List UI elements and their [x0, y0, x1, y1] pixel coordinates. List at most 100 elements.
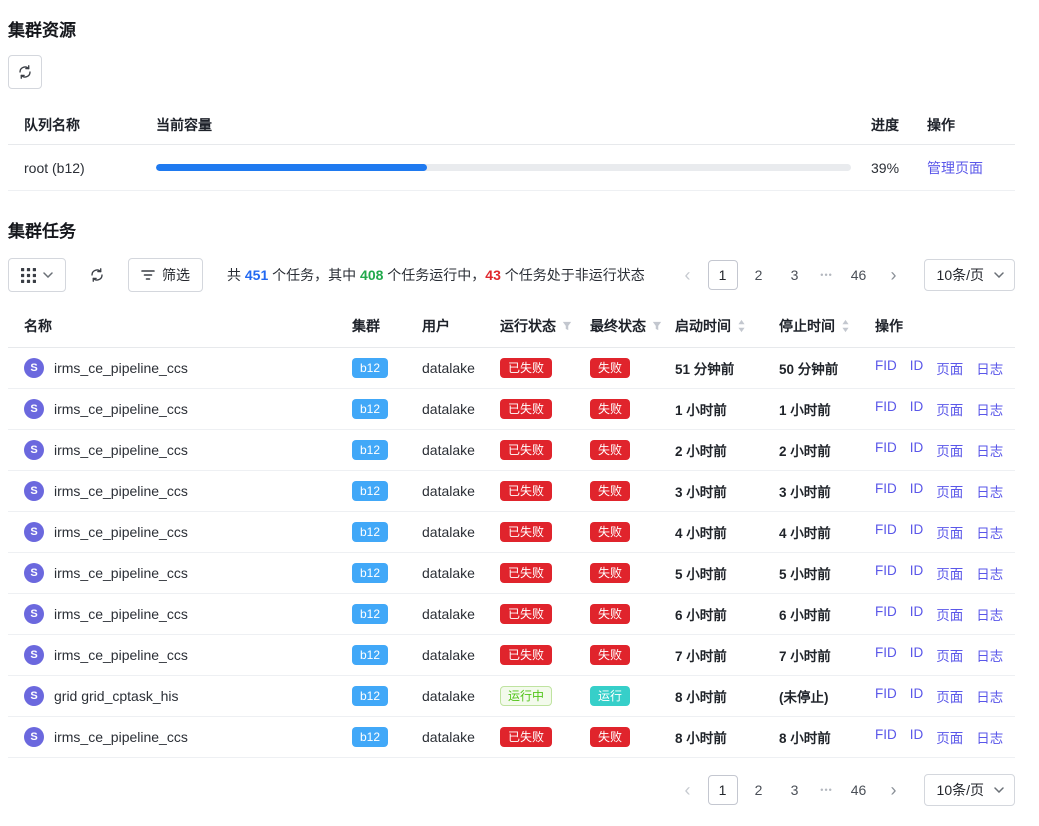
action-link-页面[interactable]: 页面 — [936, 645, 963, 665]
page-button-1[interactable]: 1 — [708, 260, 738, 290]
action-link-fid[interactable]: FID — [875, 686, 897, 706]
chevron-down-icon — [994, 272, 1004, 278]
cluster-badge: b12 — [352, 358, 388, 378]
start-time: 4 小时前 — [667, 522, 771, 542]
action-link-fid[interactable]: FID — [875, 563, 897, 583]
action-link-页面[interactable]: 页面 — [936, 440, 963, 460]
stop-time: (未停止) — [771, 686, 867, 706]
task-row: S irms_ce_pipeline_ccs b12 datalake 已失败 … — [8, 389, 1015, 430]
page-button-3[interactable]: 3 — [780, 260, 810, 290]
task-user: datalake — [414, 647, 492, 663]
task-user: datalake — [414, 401, 492, 417]
run-status-badge: 已失败 — [500, 522, 552, 542]
task-row: S irms_ce_pipeline_ccs b12 datalake 已失败 … — [8, 348, 1015, 389]
action-link-id[interactable]: ID — [910, 686, 924, 706]
filter-funnel-icon[interactable] — [652, 321, 662, 331]
action-link-fid[interactable]: FID — [875, 604, 897, 624]
task-name: irms_ce_pipeline_ccs — [54, 483, 188, 499]
action-link-id[interactable]: ID — [910, 645, 924, 665]
app-avatar: S — [24, 358, 44, 378]
action-link-页面[interactable]: 页面 — [936, 686, 963, 706]
column-settings-button[interactable] — [8, 258, 66, 292]
resources-table-row: root (b12) 39% 管理页面 — [8, 145, 1015, 191]
tasks-summary: 共 451 个任务，其中 408 个任务运行中，43 个任务处于非运行状态 — [227, 265, 645, 285]
tasks-toolbar: 筛选 共 451 个任务，其中 408 个任务运行中，43 个任务处于非运行状态… — [8, 258, 1015, 292]
action-link-id[interactable]: ID — [910, 522, 924, 542]
action-link-页面[interactable]: 页面 — [936, 358, 963, 378]
app-avatar: S — [24, 481, 44, 501]
stop-time: 4 小时前 — [771, 522, 867, 542]
action-link-id[interactable]: ID — [910, 440, 924, 460]
task-row: S irms_ce_pipeline_ccs b12 datalake 已失败 … — [8, 717, 1015, 758]
action-link-日志[interactable]: 日志 — [976, 399, 1003, 419]
action-link-fid[interactable]: FID — [875, 481, 897, 501]
sort-icon[interactable] — [737, 319, 746, 333]
sort-icon[interactable] — [841, 319, 850, 333]
task-user: datalake — [414, 483, 492, 499]
action-link-id[interactable]: ID — [910, 358, 924, 378]
action-link-页面[interactable]: 页面 — [936, 727, 963, 747]
run-status-badge: 已失败 — [500, 481, 552, 501]
filter-funnel-icon[interactable] — [562, 321, 572, 331]
start-time: 6 小时前 — [667, 604, 771, 624]
action-link-日志[interactable]: 日志 — [976, 522, 1003, 542]
action-link-fid[interactable]: FID — [875, 727, 897, 747]
action-link-id[interactable]: ID — [910, 399, 924, 419]
manage-page-link[interactable]: 管理页面 — [927, 160, 983, 176]
task-row: S irms_ce_pipeline_ccs b12 datalake 已失败 … — [8, 553, 1015, 594]
task-row: S irms_ce_pipeline_ccs b12 datalake 已失败 … — [8, 471, 1015, 512]
action-link-日志[interactable]: 日志 — [976, 358, 1003, 378]
action-link-fid[interactable]: FID — [875, 522, 897, 542]
task-row: S irms_ce_pipeline_ccs b12 datalake 已失败 … — [8, 635, 1015, 676]
action-link-页面[interactable]: 页面 — [936, 604, 963, 624]
action-link-页面[interactable]: 页面 — [936, 481, 963, 501]
final-status-badge: 失败 — [590, 358, 630, 378]
action-link-fid[interactable]: FID — [875, 399, 897, 419]
action-link-页面[interactable]: 页面 — [936, 399, 963, 419]
resources-refresh-button[interactable] — [8, 55, 42, 89]
action-link-日志[interactable]: 日志 — [976, 481, 1003, 501]
final-status-badge: 失败 — [590, 563, 630, 583]
action-link-fid[interactable]: FID — [875, 358, 897, 378]
page-button-1[interactable]: 1 — [708, 775, 738, 805]
final-status-badge: 失败 — [590, 399, 630, 419]
filter-button[interactable]: 筛选 — [128, 258, 203, 292]
refresh-icon — [89, 267, 105, 283]
col-name: 名称 — [8, 316, 344, 336]
next-page-button[interactable]: › — [880, 260, 908, 290]
page-size-select[interactable]: 10条/页 — [924, 774, 1015, 806]
page-ellipsis: ••• — [816, 785, 838, 795]
prev-page-button[interactable]: ‹ — [674, 775, 702, 805]
page-button-3[interactable]: 3 — [780, 775, 810, 805]
cluster-badge: b12 — [352, 481, 388, 501]
page-size-select[interactable]: 10条/页 — [924, 259, 1015, 291]
action-link-日志[interactable]: 日志 — [976, 604, 1003, 624]
cluster-badge: b12 — [352, 563, 388, 583]
page-button-46[interactable]: 46 — [844, 260, 874, 290]
action-link-id[interactable]: ID — [910, 563, 924, 583]
action-link-日志[interactable]: 日志 — [976, 440, 1003, 460]
task-row: S irms_ce_pipeline_ccs b12 datalake 已失败 … — [8, 430, 1015, 471]
action-link-日志[interactable]: 日志 — [976, 727, 1003, 747]
task-actions: FID ID 页面日志 — [867, 727, 1015, 747]
action-link-fid[interactable]: FID — [875, 645, 897, 665]
action-link-日志[interactable]: 日志 — [976, 686, 1003, 706]
run-status-badge: 已失败 — [500, 358, 552, 378]
next-page-button[interactable]: › — [880, 775, 908, 805]
action-link-日志[interactable]: 日志 — [976, 645, 1003, 665]
col-actions: 操作 — [919, 115, 1015, 135]
page-button-46[interactable]: 46 — [844, 775, 874, 805]
prev-page-button[interactable]: ‹ — [674, 260, 702, 290]
action-link-页面[interactable]: 页面 — [936, 563, 963, 583]
action-link-id[interactable]: ID — [910, 481, 924, 501]
action-link-fid[interactable]: FID — [875, 440, 897, 460]
action-link-id[interactable]: ID — [910, 604, 924, 624]
app-avatar: S — [24, 440, 44, 460]
action-link-日志[interactable]: 日志 — [976, 563, 1003, 583]
action-link-id[interactable]: ID — [910, 727, 924, 747]
page-button-2[interactable]: 2 — [744, 775, 774, 805]
page-button-2[interactable]: 2 — [744, 260, 774, 290]
tasks-refresh-button[interactable] — [80, 258, 114, 292]
action-link-页面[interactable]: 页面 — [936, 522, 963, 542]
final-status-badge: 失败 — [590, 481, 630, 501]
